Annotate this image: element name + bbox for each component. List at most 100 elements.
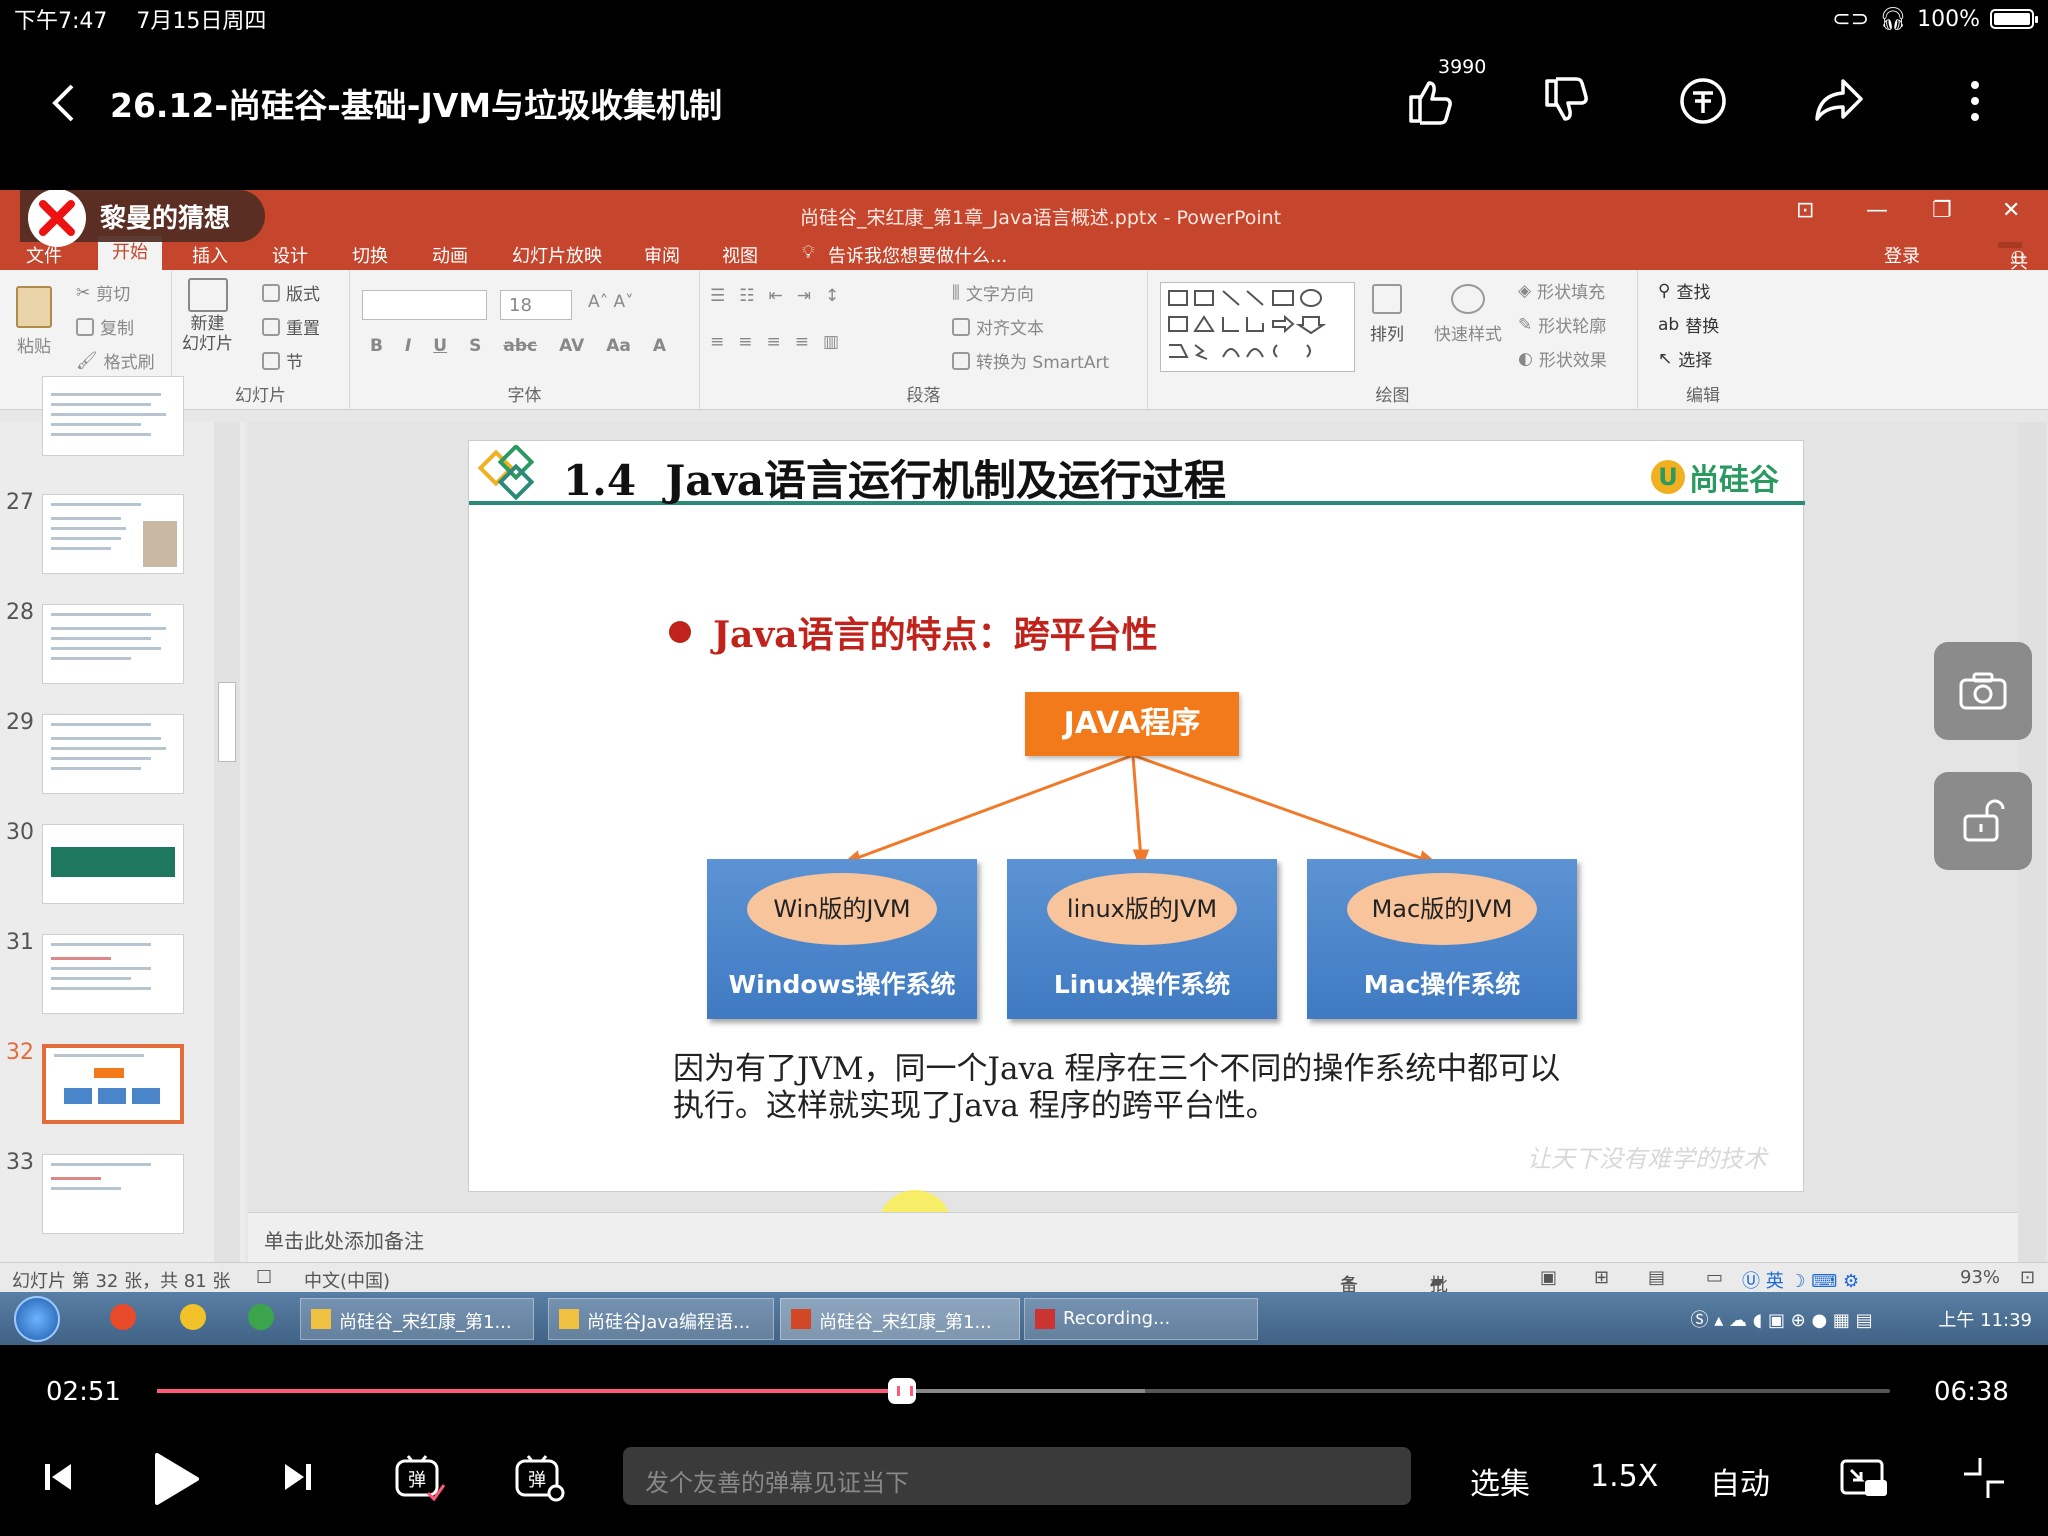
taskbar-item[interactable]: Recording... xyxy=(1024,1298,1258,1340)
notes-pane[interactable]: 单击此处添加备注 xyxy=(248,1212,2028,1262)
thumbnail-scrollbar[interactable] xyxy=(214,422,240,1262)
find-button[interactable]: ⚲ 查找 xyxy=(1658,278,1710,304)
progress-knob[interactable] xyxy=(888,1378,917,1404)
slide-thumbnail[interactable] xyxy=(42,824,184,904)
thumbnail-row[interactable]: 29 xyxy=(0,710,245,810)
slide-thumbnail[interactable] xyxy=(42,376,184,456)
slideshow-view-icon[interactable]: ▭ xyxy=(1706,1267,1723,1288)
close-icon[interactable]: ✕ xyxy=(2002,198,2020,223)
align-buttons[interactable]: ≡ ≡ ≡ ≡ ▥ xyxy=(710,332,839,352)
reset-button[interactable]: 重置 xyxy=(262,314,320,339)
grow-font-button[interactable]: A˄ A˅ xyxy=(588,292,634,312)
thumbnail-row[interactable]: 28 xyxy=(0,600,245,700)
thumbnail-row[interactable] xyxy=(0,372,245,472)
list-buttons[interactable]: ☰ ☷ ⇤ ⇥ ↕ xyxy=(710,286,839,306)
line-spacing-icon[interactable]: ↕ xyxy=(825,286,839,306)
text-direction-button[interactable]: ⫼ 文字方向 xyxy=(952,280,1034,306)
font-color-icon[interactable]: A xyxy=(653,336,666,356)
current-slide[interactable]: 1.4 Java语言运行机制及运行过程 U 尚硅谷 Java语言的特点：跨平台性 … xyxy=(468,440,1805,1192)
quality-auto-button[interactable]: 自动 xyxy=(1710,1459,1770,1503)
sorter-view-icon[interactable]: ⊞ xyxy=(1594,1267,1609,1288)
danmaku-settings-button[interactable]: 弹 xyxy=(512,1453,568,1503)
share-link[interactable]: ⚇ 共享 xyxy=(1998,242,2028,299)
thumbnail-row[interactable]: 31 xyxy=(0,930,245,1030)
font-name-input[interactable] xyxy=(362,290,487,320)
pip-button[interactable] xyxy=(1836,1453,1892,1503)
screenshot-button[interactable] xyxy=(1934,642,2032,740)
app-icon-red[interactable] xyxy=(110,1304,136,1330)
coin-button[interactable] xyxy=(1670,68,1736,134)
slide-thumbnail[interactable] xyxy=(42,1154,184,1234)
tab-review[interactable]: 审阅 xyxy=(644,242,680,268)
thumbnail-row[interactable]: 27 xyxy=(0,490,245,590)
align-right-icon[interactable]: ≡ xyxy=(767,332,781,352)
replace-button[interactable]: ab 替换 xyxy=(1658,312,1719,338)
section-button[interactable]: 节 xyxy=(262,348,303,373)
minimize-icon[interactable]: — xyxy=(1866,198,1888,223)
font-format-buttons[interactable]: B I U Sabc AV Aa A xyxy=(370,336,666,356)
taskbar-item-active[interactable]: 尚硅谷_宋红康_第1... xyxy=(780,1298,1020,1340)
arrange-button[interactable]: 排列 xyxy=(1370,284,1404,345)
format-painter-button[interactable]: 🖌︎ 格式刷 xyxy=(76,348,155,374)
cut-button[interactable]: ✂ 剪切 xyxy=(76,280,130,306)
tray-icons[interactable]: Ⓢ ▴ ☁ ◖ ▣ ⊕ ● ▦ ▤ xyxy=(1691,1310,1873,1331)
tab-view[interactable]: 视图 xyxy=(722,242,758,268)
app-icon-pinwheel[interactable] xyxy=(180,1304,206,1330)
back-button[interactable] xyxy=(38,78,88,128)
thumbnail-row[interactable]: 32 xyxy=(0,1040,245,1140)
numbering-icon[interactable]: ☷ xyxy=(739,286,754,306)
shadow-icon[interactable]: S xyxy=(469,336,481,356)
spacing-icon[interactable]: AV xyxy=(559,336,584,356)
danmaku-input[interactable]: 发个友善的弹幕见证当下 xyxy=(623,1447,1411,1505)
slide-thumbnail-selected[interactable] xyxy=(42,1044,184,1124)
change-case-icon[interactable]: Aa xyxy=(606,336,631,356)
align-text-button[interactable]: 对齐文本 xyxy=(952,314,1044,339)
next-button[interactable] xyxy=(278,1457,318,1497)
progress-bar[interactable] xyxy=(157,1378,1890,1404)
tab-animations[interactable]: 动画 xyxy=(432,242,468,268)
select-button[interactable]: ↖ 选择 xyxy=(1658,346,1712,372)
shape-fill-button[interactable]: ◈ 形状填充 xyxy=(1518,278,1605,304)
more-button[interactable] xyxy=(1942,68,2008,134)
lock-screen-button[interactable] xyxy=(1934,772,2032,870)
play-button[interactable] xyxy=(148,1451,204,1507)
slide-thumbnail[interactable] xyxy=(42,714,184,794)
previous-button[interactable] xyxy=(38,1457,78,1497)
danmaku-toggle-button[interactable]: 弹 xyxy=(392,1453,448,1503)
reading-view-icon[interactable]: ▤ xyxy=(1648,1267,1665,1288)
taskbar-item[interactable]: 尚硅谷Java编程语... xyxy=(548,1298,774,1340)
smartart-button[interactable]: 转换为 SmartArt xyxy=(952,348,1109,373)
ime-toolbar[interactable]: Ⓤ 英 ☽ ⌨ ⚙ xyxy=(1742,1267,1859,1293)
justify-icon[interactable]: ≡ xyxy=(795,332,809,352)
login-link[interactable]: 登录 xyxy=(1884,242,1920,268)
share-button[interactable] xyxy=(1806,68,1872,134)
tell-me-search[interactable]: 告诉我您想要做什么... xyxy=(828,242,1007,268)
tab-insert[interactable]: 插入 xyxy=(192,242,228,268)
italic-icon[interactable]: I xyxy=(405,336,411,356)
slide-thumbnail[interactable] xyxy=(42,934,184,1014)
outdent-icon[interactable]: ⇥ xyxy=(797,286,811,306)
font-size-input[interactable]: 18 xyxy=(500,290,572,320)
tab-slideshow[interactable]: 幻灯片放映 xyxy=(512,242,602,268)
thumbnail-row[interactable]: 33 xyxy=(0,1150,245,1250)
underline-icon[interactable]: U xyxy=(433,336,447,356)
video-frame[interactable]: 尚硅谷_宋红康_第1章_Java语言概述.pptx - PowerPoint ⊡… xyxy=(0,190,2048,1345)
restore-icon[interactable]: ❐ xyxy=(1932,198,1952,223)
ribbon-display-icon[interactable]: ⊡ xyxy=(1796,198,1814,223)
shape-outline-button[interactable]: ✎ 形状轮廓 xyxy=(1518,312,1606,338)
tab-transitions[interactable]: 切换 xyxy=(352,242,388,268)
copy-button[interactable]: 复制 xyxy=(76,314,134,339)
strikethrough-icon[interactable]: abc xyxy=(503,336,537,356)
columns-icon[interactable]: ▥ xyxy=(823,332,839,352)
indent-icon[interactable]: ⇤ xyxy=(769,286,783,306)
shape-effects-button[interactable]: ◐ 形状效果 xyxy=(1518,346,1607,372)
bullets-icon[interactable]: ☰ xyxy=(710,286,725,306)
slide-thumbnail[interactable] xyxy=(42,494,184,574)
dislike-button[interactable] xyxy=(1534,68,1600,134)
windows-start-icon[interactable] xyxy=(14,1296,60,1342)
chrome-icon[interactable] xyxy=(248,1304,274,1330)
shapes-gallery[interactable] xyxy=(1160,282,1355,372)
layout-button[interactable]: 版式 xyxy=(262,280,320,305)
thumbnail-row[interactable]: 30 xyxy=(0,820,245,920)
speed-button[interactable]: 1.5X xyxy=(1590,1459,1658,1494)
